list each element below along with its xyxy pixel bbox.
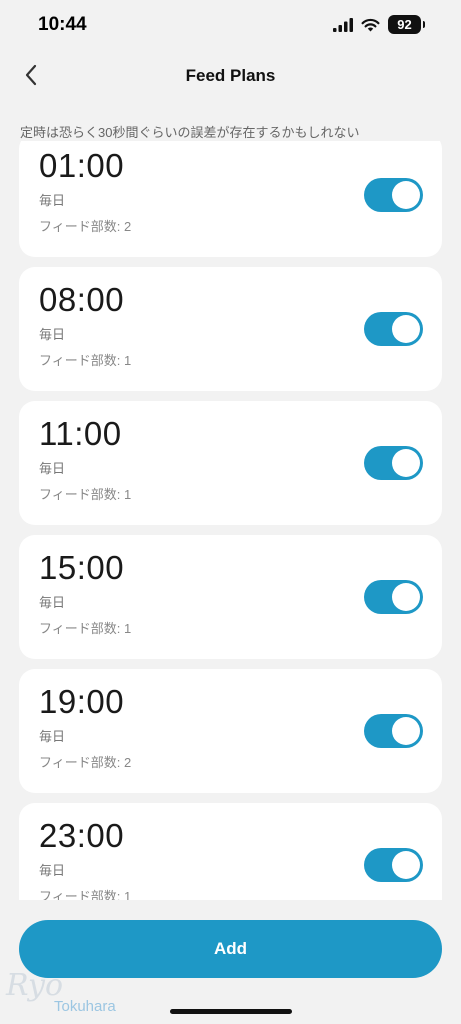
toggle-knob — [392, 449, 420, 477]
plan-portions: フィード部数: 1 — [39, 487, 132, 502]
timing-notice: 定時は恐らく30秒間ぐらいの誤差が存在するかもしれない — [20, 125, 360, 140]
feed-plan-card[interactable]: 15:00 毎日フィード部数: 1 — [19, 535, 442, 659]
home-indicator — [170, 1009, 292, 1014]
nav-bar: Feed Plans — [0, 52, 461, 98]
plan-portions: フィード部数: 2 — [39, 755, 132, 770]
plan-enable-toggle[interactable] — [364, 178, 423, 212]
feed-plan-card[interactable]: 08:00 毎日フィード部数: 1 — [19, 267, 442, 391]
page-title: Feed Plans — [185, 66, 276, 85]
toggle-knob — [392, 181, 420, 209]
screen: 10:44 92 Feed Plans 定時は恐らく30秒間ぐらいの誤差が存在す… — [0, 0, 461, 1024]
status-time: 10:44 — [38, 14, 87, 35]
plan-portions: フィード部数: 1 — [39, 353, 132, 368]
feed-plan-card[interactable]: 23:00 毎日フィード部数: 1 — [19, 803, 442, 900]
plan-time: 11:00 — [39, 415, 122, 452]
plan-enable-toggle[interactable] — [364, 446, 423, 480]
feed-plan-list-content: 01:00 毎日 フィード部数: 2 08:00 毎日 フィード部数: 1 11:00 毎日フ… — [19, 141, 442, 900]
plan-time: 19:00 — [39, 683, 125, 720]
feed-plan-card[interactable]: 01:00 毎日フィード部数: 2 — [19, 141, 442, 257]
plan-enable-toggle[interactable] — [364, 848, 423, 882]
plan-portions: フィード部数: 1 — [39, 889, 132, 900]
plan-time: 23:00 — [39, 817, 125, 854]
status-icons: 92 — [333, 15, 425, 34]
wifi-icon — [361, 18, 380, 31]
toggle-knob — [392, 583, 420, 611]
feed-plan-card[interactable]: 11:00 毎日フィード部数: 1 — [19, 401, 442, 525]
plan-enable-toggle[interactable] — [364, 714, 423, 748]
plan-enable-toggle[interactable] — [364, 580, 423, 614]
plan-portions: フィード部数: 2 — [39, 219, 132, 234]
plan-repeat: 毎日 — [39, 461, 66, 476]
toggle-knob — [392, 717, 420, 745]
watermark: Ryo Tokuhara — [6, 968, 126, 1020]
plan-repeat: 毎日 — [39, 193, 66, 208]
feed-plan-card[interactable]: 19:00 毎日フィード部数: 2 — [19, 669, 442, 793]
plan-repeat: 毎日 — [39, 327, 66, 342]
plan-portions: フィード部数: 1 — [39, 621, 132, 636]
plan-repeat: 毎日 — [39, 729, 66, 744]
plan-repeat: 毎日 — [39, 863, 66, 878]
status-bar: 10:44 92 — [0, 0, 461, 52]
plan-time: 01:00 — [39, 147, 125, 184]
plan-repeat: 毎日 — [39, 595, 66, 610]
toggle-knob — [392, 851, 420, 879]
signal-icon — [333, 17, 353, 32]
battery-icon: 92 — [388, 15, 425, 34]
feed-plan-list[interactable]: 01:00 毎日 フィード部数: 2 08:00 毎日 フィード部数: 1 11:00 毎日フ… — [0, 141, 461, 900]
plan-time: 08:00 — [39, 281, 125, 318]
plan-enable-toggle[interactable] — [364, 312, 423, 346]
plan-time: 15:00 — [39, 549, 125, 586]
toggle-knob — [392, 315, 420, 343]
watermark-name: Tokuhara — [54, 998, 116, 1015]
